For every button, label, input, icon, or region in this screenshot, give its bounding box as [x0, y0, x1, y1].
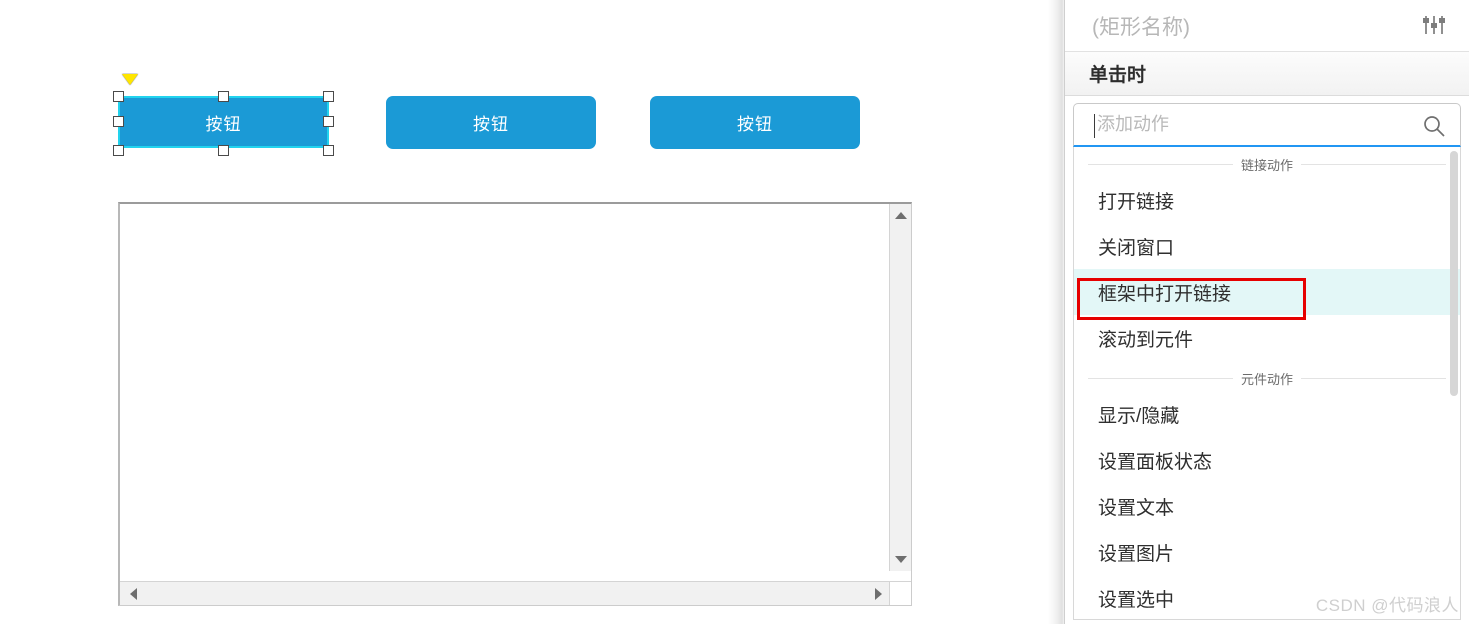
action-item-label: 显示/隐藏 — [1098, 405, 1180, 427]
action-item-set-image[interactable]: 设置图片 — [1074, 529, 1460, 575]
action-item-set-panel-state[interactable]: 设置面板状态 — [1074, 437, 1460, 483]
scroll-right-arrow-icon[interactable] — [875, 588, 882, 600]
divider-line-right — [1301, 163, 1447, 165]
divider-line-right — [1301, 377, 1447, 379]
resize-handle-sw[interactable] — [113, 145, 124, 156]
action-item-open-link-in-frame[interactable]: 框架中打开链接 — [1074, 269, 1460, 315]
action-item-label: 设置面板状态 — [1098, 451, 1213, 473]
action-item-scroll-to-widget[interactable]: 滚动到元件 — [1074, 315, 1460, 361]
divider-line-left — [1088, 163, 1233, 165]
inline-frame-content — [120, 204, 911, 605]
action-item-label: 滚动到元件 — [1098, 329, 1194, 351]
resize-handle-w[interactable] — [113, 116, 124, 127]
panel-edge-shadow — [1048, 0, 1064, 624]
scroll-up-arrow-icon[interactable] — [895, 212, 907, 219]
action-item-label: 设置文本 — [1098, 497, 1175, 519]
dropdown-scrollbar-thumb[interactable] — [1450, 151, 1458, 396]
divider-line-left — [1088, 377, 1233, 379]
event-header-label: 单击时 — [1089, 65, 1147, 86]
design-canvas[interactable]: 按钮 按钮 按钮 — [0, 0, 1055, 624]
button-widget-selected[interactable]: 按钮 — [118, 96, 329, 148]
resize-handle-e[interactable] — [323, 116, 334, 127]
screen-root: 按钮 按钮 按钮 (矩形名称) 单击时 添加动作 链接动作 打开链接 关闭窗口 … — [0, 0, 1469, 624]
search-icon[interactable] — [1422, 114, 1446, 138]
scroll-down-arrow-icon[interactable] — [895, 556, 907, 563]
button-widget-2[interactable]: 按钮 — [386, 96, 596, 149]
resize-handle-n[interactable] — [218, 91, 229, 102]
section-label: 元件动作 — [1241, 371, 1294, 387]
action-item-label: 设置选中 — [1098, 589, 1175, 611]
action-item-label: 设置图片 — [1098, 543, 1175, 565]
widget-name-field[interactable]: (矩形名称) — [1092, 11, 1190, 41]
action-item-set-text[interactable]: 设置文本 — [1074, 483, 1460, 529]
inline-frame-widget[interactable] — [118, 202, 912, 606]
button-label: 按钮 — [473, 115, 509, 134]
section-divider-widget-actions: 元件动作 — [1074, 365, 1460, 391]
scroll-left-arrow-icon[interactable] — [130, 588, 137, 600]
action-item-label: 框架中打开链接 — [1098, 283, 1232, 305]
action-item-label: 关闭窗口 — [1098, 237, 1175, 259]
resize-handle-s[interactable] — [218, 145, 229, 156]
vertical-scrollbar[interactable] — [889, 204, 911, 571]
action-item-label: 打开链接 — [1098, 191, 1175, 213]
sliders-icon[interactable] — [1421, 14, 1447, 36]
resize-handle-se[interactable] — [323, 145, 334, 156]
add-action-search-box[interactable] — [1073, 103, 1461, 147]
action-item-close-window[interactable]: 关闭窗口 — [1074, 223, 1460, 269]
text-cursor — [1094, 114, 1095, 138]
resize-handle-nw[interactable] — [113, 91, 124, 102]
watermark: CSDN @代码浪人 — [1315, 596, 1459, 615]
interactions-panel: (矩形名称) 单击时 添加动作 链接动作 打开链接 关闭窗口 框架中打开链接 滚… — [1064, 0, 1469, 624]
interaction-marker-icon — [122, 74, 138, 85]
horizontal-scrollbar[interactable] — [120, 581, 892, 605]
event-header[interactable]: 单击时 — [1065, 52, 1469, 96]
action-dropdown-list[interactable]: 链接动作 打开链接 关闭窗口 框架中打开链接 滚动到元件 元件动作 显示/隐藏 … — [1073, 147, 1461, 620]
add-action-search-input[interactable] — [1097, 114, 1417, 135]
action-item-show-hide[interactable]: 显示/隐藏 — [1074, 391, 1460, 437]
section-label: 链接动作 — [1241, 157, 1294, 173]
button-label: 按钮 — [737, 115, 773, 134]
section-divider-link-actions: 链接动作 — [1074, 151, 1460, 177]
resize-handle-ne[interactable] — [323, 91, 334, 102]
action-item-open-link[interactable]: 打开链接 — [1074, 177, 1460, 223]
button-label: 按钮 — [205, 114, 242, 134]
scrollbar-corner — [889, 581, 911, 605]
button-widget-3[interactable]: 按钮 — [650, 96, 860, 149]
panel-title-bar: (矩形名称) — [1065, 0, 1469, 52]
